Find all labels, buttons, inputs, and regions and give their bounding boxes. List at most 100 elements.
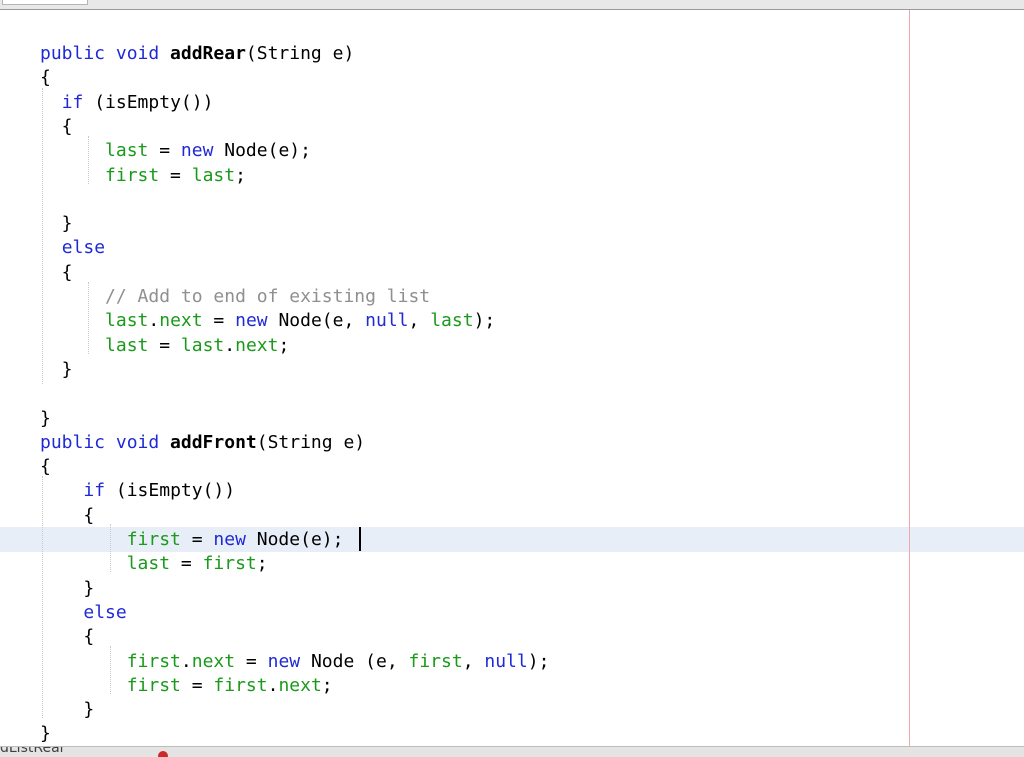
code-token: { xyxy=(40,115,73,137)
code-token: . xyxy=(267,674,279,696)
code-line[interactable]: public void addFront(String e) xyxy=(40,431,365,455)
code-token: addRear xyxy=(170,43,246,64)
code-line[interactable]: last = first; xyxy=(40,552,268,576)
status-bar: dListRear xyxy=(0,746,1024,757)
code-token: first xyxy=(126,529,181,550)
code-token: if xyxy=(61,91,84,113)
code-line[interactable]: first = first.next; xyxy=(40,674,333,698)
code-line[interactable]: public void addRear(String e) xyxy=(40,42,354,66)
code-token: = xyxy=(148,140,181,162)
code-token: first xyxy=(202,553,257,575)
code-token: ; xyxy=(235,164,246,186)
right-margin-line xyxy=(909,10,910,746)
editor-tab[interactable] xyxy=(2,0,88,5)
code-line[interactable]: } xyxy=(40,407,51,431)
code-line[interactable]: first = last; xyxy=(40,164,246,188)
code-token: last xyxy=(105,310,149,332)
code-line[interactable]: } xyxy=(40,212,73,236)
code-token: last xyxy=(105,140,149,162)
code-token: } xyxy=(40,723,51,745)
code-token: new xyxy=(180,140,214,162)
code-line[interactable]: { xyxy=(40,115,73,139)
code-line[interactable]: last = new Node(e); xyxy=(40,139,311,163)
code-token: first xyxy=(126,674,181,696)
code-token: Node(e); xyxy=(245,529,344,550)
code-token: // Add to end of existing list xyxy=(105,286,431,307)
error-dot-icon[interactable] xyxy=(158,751,168,757)
status-text: dListRear xyxy=(0,746,66,756)
code-token: = xyxy=(148,334,181,356)
code-line[interactable]: if (isEmpty()) xyxy=(40,479,235,503)
code-token: next xyxy=(191,650,236,672)
code-token: next xyxy=(159,310,203,332)
code-token: } xyxy=(40,577,95,599)
code-editor[interactable]: public void addRear(String e){ if (isEmp… xyxy=(0,10,1024,746)
code-token: else xyxy=(61,237,106,259)
code-token: next xyxy=(278,674,322,696)
editor-tab-strip xyxy=(0,0,1024,10)
code-token: , xyxy=(462,650,485,672)
code-line[interactable]: else xyxy=(40,236,105,260)
code-line[interactable]: { xyxy=(40,66,51,90)
code-token: Node(e, xyxy=(267,310,366,332)
code-token: new xyxy=(235,310,268,332)
code-line[interactable]: } xyxy=(40,698,94,722)
code-token: new xyxy=(213,529,246,550)
code-token: null xyxy=(365,310,409,332)
code-line[interactable]: first = new Node(e); xyxy=(40,528,344,552)
code-line[interactable]: } xyxy=(40,577,94,601)
code-token: (isEmpty()) xyxy=(83,91,214,113)
code-line[interactable]: { xyxy=(40,261,73,285)
code-token: first xyxy=(126,650,181,672)
code-token: null xyxy=(484,650,528,672)
code-token: { xyxy=(40,626,95,648)
code-line[interactable]: last = last.next; xyxy=(40,334,289,358)
code-token: = xyxy=(159,164,192,186)
code-token: } xyxy=(40,407,51,429)
code-token: } xyxy=(40,699,95,721)
code-token: ); xyxy=(527,650,550,672)
code-token: Node (e, xyxy=(300,650,409,672)
code-token: last xyxy=(191,164,236,186)
code-token: { xyxy=(40,456,51,478)
code-token: public void xyxy=(40,431,171,453)
code-token: public void xyxy=(40,43,171,64)
code-token: . xyxy=(148,310,160,332)
code-token: Node(e); xyxy=(213,140,311,162)
code-line[interactable]: // Add to end of existing list xyxy=(40,285,430,309)
code-line[interactable]: { xyxy=(40,455,51,479)
code-line[interactable]: else xyxy=(40,601,126,625)
code-line[interactable]: first.next = new Node (e, first, null); xyxy=(40,650,550,674)
code-line[interactable]: if (isEmpty()) xyxy=(40,91,214,115)
code-token: first xyxy=(105,164,160,186)
code-token: addFront xyxy=(170,431,257,453)
code-token: next xyxy=(235,334,279,356)
code-token: ; xyxy=(278,334,290,356)
code-token: = xyxy=(235,650,268,672)
code-token: ; xyxy=(321,674,333,696)
code-token: last xyxy=(105,334,149,356)
code-token: new xyxy=(267,650,301,672)
code-token: } xyxy=(40,213,73,235)
code-line[interactable]: { xyxy=(40,625,94,649)
code-token: } xyxy=(40,358,73,380)
code-token: (String e) xyxy=(256,431,366,453)
code-line[interactable]: } xyxy=(40,722,51,746)
code-token: ); xyxy=(473,310,496,332)
code-token: . xyxy=(224,334,236,356)
code-line[interactable]: last.next = new Node(e, null, last); xyxy=(40,309,495,333)
code-token: last xyxy=(126,553,171,575)
code-line[interactable]: } xyxy=(40,358,73,382)
code-token: (String e) xyxy=(245,43,355,64)
code-line[interactable]: { xyxy=(40,504,94,528)
